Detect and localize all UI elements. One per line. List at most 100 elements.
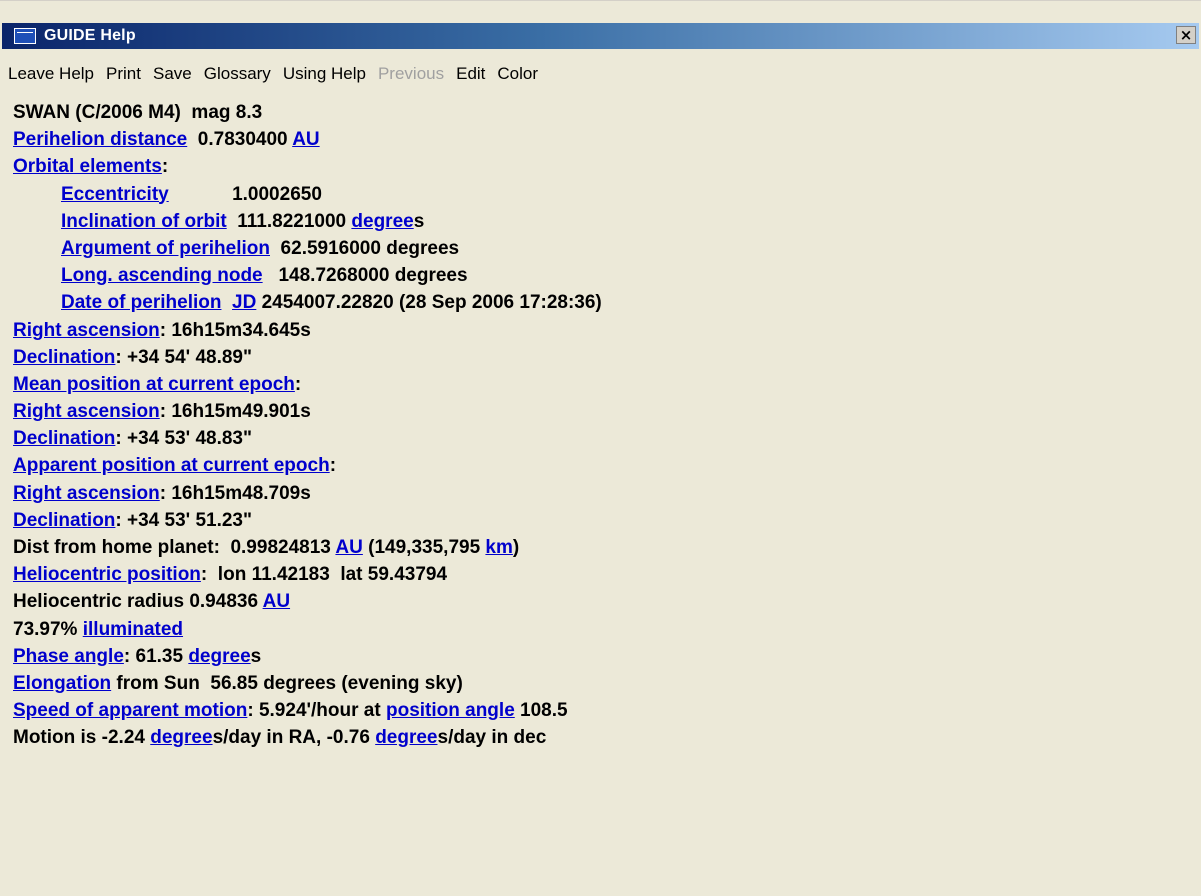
au-link[interactable]: AU <box>263 591 290 612</box>
perihelion-value: 0.7830400 <box>187 129 293 151</box>
mean-position-link[interactable]: Mean position at current epoch <box>13 374 295 395</box>
apparent-position-suffix: : <box>329 455 337 477</box>
title-bar: GUIDE Help × <box>2 23 1199 49</box>
argument-of-perihelion-link[interactable]: Argument of perihelion <box>61 238 270 259</box>
menu-previous: Previous <box>377 64 445 83</box>
au-link[interactable]: AU <box>292 129 319 150</box>
orbital-elements-link[interactable]: Orbital elements <box>13 156 162 177</box>
phase-unit-suffix: s <box>250 645 262 667</box>
declination-link[interactable]: Declination <box>13 428 115 449</box>
menu-glossary[interactable]: Glossary <box>204 64 271 84</box>
orbital-suffix: : <box>161 156 169 178</box>
menu-edit[interactable]: Edit <box>456 64 485 84</box>
speed-of-apparent-motion-link[interactable]: Speed of apparent motion <box>13 700 247 721</box>
dec-value-3: : +34 53' 51.23" <box>115 509 253 531</box>
inclination-link[interactable]: Inclination of orbit <box>61 211 227 232</box>
menu-leave-help[interactable]: Leave Help <box>8 64 94 84</box>
phase-angle-row: Phase angle: 61.35 degrees <box>13 643 1193 670</box>
mean-position-row: Mean position at current epoch: <box>13 371 1193 398</box>
arg-perihelion-row: Argument of perihelion 62.5916000 degree… <box>13 235 1193 262</box>
position-angle-link[interactable]: position angle <box>386 700 515 721</box>
phase-angle-value: : 61.35 <box>123 645 189 667</box>
illuminated-link[interactable]: illuminated <box>83 619 183 640</box>
distance-middle: (149,335,795 <box>362 537 486 558</box>
perihelion-distance-link[interactable]: Perihelion distance <box>13 129 187 150</box>
motion-middle: s/day in RA, -0.76 <box>212 727 376 749</box>
dec-value-2: : +34 53' 48.83" <box>115 428 253 450</box>
eccentricity-row: Eccentricity 1.0002650 <box>13 181 1193 208</box>
dec-row-1: Declination: +34 54' 48.89" <box>13 344 1193 371</box>
help-content: SWAN (C/2006 M4) mag 8.3 Perihelion dist… <box>13 99 1193 752</box>
menu-color[interactable]: Color <box>497 64 538 84</box>
distance-suffix: ) <box>512 537 520 558</box>
comet-title: SWAN (C/2006 M4) mag 8.3 <box>13 102 263 123</box>
speed-value: : 5.924'/hour at <box>247 700 386 722</box>
long-node-row: Long. ascending node 148.7268000 degrees <box>13 262 1193 289</box>
menu-bar: Leave Help Print Save Glossary Using Hel… <box>8 61 550 87</box>
inclination-row: Inclination of orbit 111.8221000 degrees <box>13 208 1193 235</box>
degree-link[interactable]: degree <box>150 727 212 748</box>
menu-save[interactable]: Save <box>153 64 192 84</box>
dec-row-3: Declination: +34 53' 51.23" <box>13 507 1193 534</box>
au-link[interactable]: AU <box>335 537 362 558</box>
close-button[interactable]: × <box>1176 26 1196 44</box>
menu-using-help[interactable]: Using Help <box>283 64 366 84</box>
inclination-value: 111.8221000 <box>226 210 352 232</box>
motion-prefix: Motion is -2.24 <box>13 727 151 749</box>
ra-row-2: Right ascension: 16h15m49.901s <box>13 398 1193 425</box>
heliocentric-position-row: Heliocentric position: lon 11.42183 lat … <box>13 561 1193 588</box>
apparent-position-link[interactable]: Apparent position at current epoch <box>13 455 330 476</box>
date-perihelion-value: 2454007.22820 (28 Sep 2006 17:28:36) <box>256 292 602 314</box>
dec-row-2: Declination: +34 53' 48.83" <box>13 425 1193 452</box>
right-ascension-link[interactable]: Right ascension <box>13 320 160 341</box>
heliocentric-position-value: : lon 11.42183 lat 59.43794 <box>200 564 448 586</box>
position-angle-value: 108.5 <box>514 700 568 722</box>
inclination-unit-suffix: s <box>413 210 425 232</box>
long-node-value: 148.7268000 degrees <box>262 265 468 287</box>
motion-row: Motion is -2.24 degrees/day in RA, -0.76… <box>13 724 1193 751</box>
right-ascension-link[interactable]: Right ascension <box>13 483 160 504</box>
heliocentric-position-link[interactable]: Heliocentric position <box>13 564 201 585</box>
arg-perihelion-value: 62.5916000 degrees <box>270 237 460 259</box>
eccentricity-link[interactable]: Eccentricity <box>61 184 169 205</box>
ra-value-2: : 16h15m49.901s <box>159 401 311 423</box>
ra-value-3: : 16h15m48.709s <box>159 482 311 504</box>
dec-value-1: : +34 54' 48.89" <box>115 346 253 368</box>
long-ascending-node-link[interactable]: Long. ascending node <box>61 265 263 286</box>
elongation-value: from Sun 56.85 degrees (evening sky) <box>111 672 463 694</box>
heliocentric-radius-row: Heliocentric radius 0.94836 AU <box>13 588 1193 615</box>
degree-link[interactable]: degree <box>188 646 250 667</box>
right-ascension-link[interactable]: Right ascension <box>13 401 160 422</box>
elongation-row: Elongation from Sun 56.85 degrees (eveni… <box>13 670 1193 697</box>
eccentricity-value: 1.0002650 <box>168 183 322 205</box>
apparent-position-row: Apparent position at current epoch: <box>13 452 1193 479</box>
date-perihelion-row: Date of perihelion JD 2454007.22820 (28 … <box>13 289 1193 316</box>
heliocentric-radius-prefix: Heliocentric radius 0.94836 <box>13 591 263 613</box>
motion-suffix: s/day in dec <box>437 727 547 749</box>
app-window-icon <box>14 28 36 44</box>
declination-link[interactable]: Declination <box>13 510 115 531</box>
mean-position-suffix: : <box>294 373 302 395</box>
ra-row-1: Right ascension: 16h15m34.645s <box>13 317 1193 344</box>
ra-value-1: : 16h15m34.645s <box>159 319 311 341</box>
illuminated-row: 73.97% illuminated <box>13 616 1193 643</box>
menu-print[interactable]: Print <box>106 64 141 84</box>
degree-link[interactable]: degree <box>375 727 437 748</box>
distance-row: Dist from home planet: 0.99824813 AU (14… <box>13 534 1193 561</box>
window-title: GUIDE Help <box>44 27 136 44</box>
date-of-perihelion-link[interactable]: Date of perihelion <box>61 292 221 313</box>
declination-link[interactable]: Declination <box>13 347 115 368</box>
jd-link[interactable]: JD <box>232 292 256 313</box>
guide-help-window: GUIDE Help × Leave Help Print Save Gloss… <box>0 0 1201 896</box>
ra-row-3: Right ascension: 16h15m48.709s <box>13 480 1193 507</box>
illuminated-prefix: 73.97% <box>13 618 83 640</box>
date-perihelion-gap <box>221 292 232 313</box>
distance-prefix: Dist from home planet: 0.99824813 <box>13 537 336 558</box>
elongation-link[interactable]: Elongation <box>13 673 111 694</box>
degree-link[interactable]: degree <box>351 211 413 232</box>
phase-angle-link[interactable]: Phase angle <box>13 646 124 667</box>
speed-row: Speed of apparent motion: 5.924'/hour at… <box>13 697 1193 724</box>
orbital-row: Orbital elements: <box>13 153 1193 180</box>
perihelion-row: Perihelion distance 0.7830400 AU <box>13 126 1193 153</box>
km-link[interactable]: km <box>485 537 512 558</box>
